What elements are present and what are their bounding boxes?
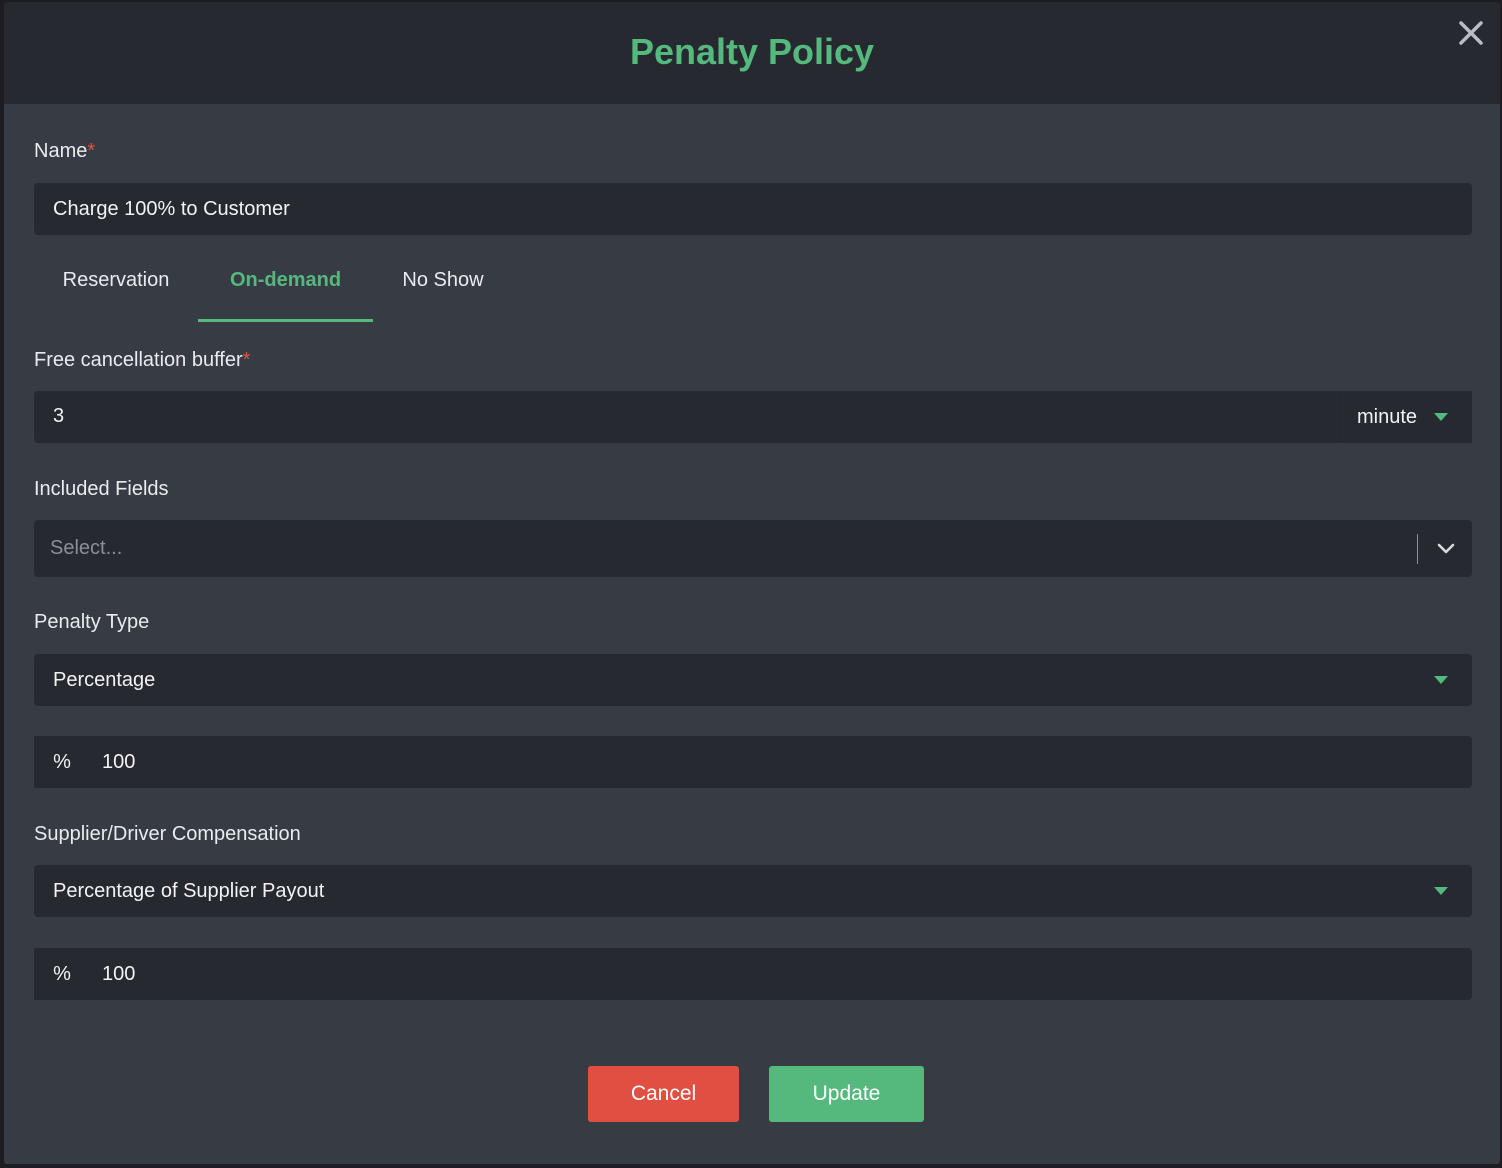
- caret-down-icon: [1434, 676, 1448, 684]
- buffer-input[interactable]: 3: [53, 391, 64, 443]
- caret-down-icon: [1434, 887, 1448, 895]
- buffer-unit-select[interactable]: minute: [1340, 391, 1472, 443]
- close-button[interactable]: [1456, 18, 1486, 48]
- compensation-value: Percentage of Supplier Payout: [53, 880, 325, 902]
- penalty-type-value: Percentage: [53, 669, 156, 691]
- required-mark: *: [242, 349, 251, 371]
- tab-reservation[interactable]: Reservation: [34, 252, 198, 322]
- included-fields-select[interactable]: Select...: [34, 520, 1472, 577]
- policy-tabs: Reservation On-demand No Show: [34, 252, 634, 322]
- compensation-amount-field: % 100: [34, 948, 1472, 1000]
- penalty-type-label: Penalty Type: [34, 611, 150, 633]
- select-divider: [1417, 534, 1418, 564]
- buffer-unit-value: minute: [1357, 406, 1418, 428]
- penalty-type-select[interactable]: Percentage: [34, 654, 1472, 706]
- penalty-policy-modal: Penalty Policy Name* Charge 100% to Cust…: [4, 2, 1500, 1164]
- modal-header: Penalty Policy: [4, 2, 1500, 104]
- percent-prefix: %: [34, 948, 90, 1000]
- included-fields-label: Included Fields: [34, 478, 169, 500]
- compensation-amount-input[interactable]: 100: [102, 948, 135, 1000]
- tab-on-demand[interactable]: On-demand: [198, 252, 373, 322]
- required-mark: *: [87, 140, 96, 162]
- name-label: Name*: [34, 140, 95, 163]
- close-icon: [1459, 21, 1483, 45]
- buffer-field: 3 minute: [34, 391, 1472, 443]
- update-button[interactable]: Update: [769, 1066, 924, 1122]
- percent-prefix: %: [34, 736, 90, 788]
- compensation-select[interactable]: Percentage of Supplier Payout: [34, 865, 1472, 917]
- cancel-button[interactable]: Cancel: [588, 1066, 739, 1122]
- name-input[interactable]: Charge 100% to Customer: [34, 183, 1472, 235]
- penalty-amount-input[interactable]: 100: [102, 736, 135, 788]
- included-fields-placeholder: Select...: [50, 537, 123, 559]
- name-label-text: Name: [34, 140, 88, 162]
- modal-title: Penalty Policy: [629, 31, 875, 72]
- name-input-value: Charge 100% to Customer: [53, 198, 290, 220]
- penalty-amount-field: % 100: [34, 736, 1472, 788]
- tab-no-show[interactable]: No Show: [373, 252, 513, 322]
- buffer-label: Free cancellation buffer*: [34, 349, 250, 372]
- buffer-label-text: Free cancellation buffer: [34, 349, 243, 371]
- compensation-label: Supplier/Driver Compensation: [34, 823, 301, 845]
- caret-down-icon: [1434, 413, 1448, 421]
- chevron-down-icon[interactable]: [1436, 540, 1456, 558]
